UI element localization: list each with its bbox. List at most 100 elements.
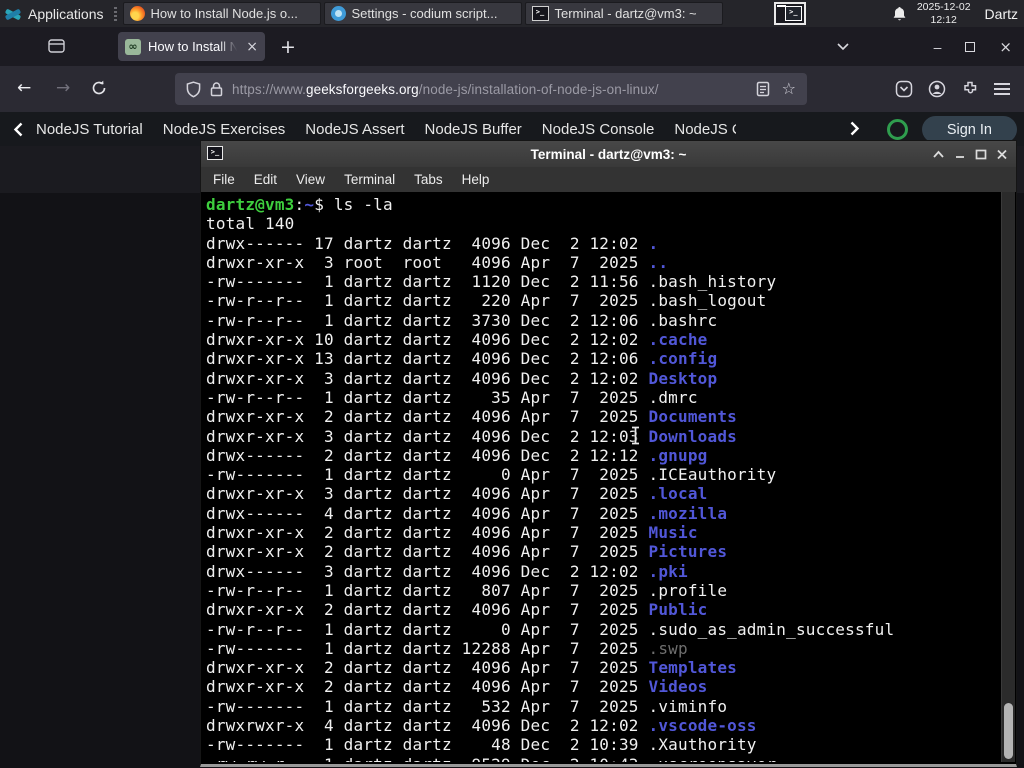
site-nav-links: NodeJS Tutorial NodeJS Exercises NodeJS As…: [36, 121, 736, 138]
url-path: /node-js/installation-of-node-js-on-linu…: [418, 81, 659, 97]
applications-menu-icon: [4, 6, 22, 22]
terminal-icon: >_: [531, 6, 549, 21]
panel-clock[interactable]: 2025-12-02 12:12: [917, 1, 971, 25]
site-nav-link-nodejs-assert[interactable]: NodeJS Assert: [305, 121, 404, 138]
new-tab-button[interactable]: +: [280, 36, 296, 58]
terminal-output-line: drwxrwxr-x 4 dartz dartz 4096 Dec 2 12:0…: [206, 716, 757, 736]
site-nav-link-nodejs-tutorial[interactable]: NodeJS Tutorial: [36, 121, 143, 138]
terminal-prompt-line: dartz@vm3:~$ ls -la: [206, 195, 393, 214]
window-close-button[interactable]: ×: [999, 38, 1012, 56]
terminal-output-line: drwxr-xr-x 2 dartz dartz 4096 Apr 7 2025…: [206, 542, 728, 562]
terminal-menu-tabs[interactable]: Tabs: [414, 172, 443, 187]
terminal-maximize-button[interactable]: [975, 149, 987, 160]
panel-window-button-firefox[interactable]: How to Install Node.js o...: [122, 2, 321, 25]
mouse-cursor-ibeam: [630, 426, 641, 445]
terminal-output-line: -rw------- 1 dartz dartz 1120 Dec 2 11:5…: [206, 272, 777, 292]
clock-time: 12:12: [930, 13, 957, 26]
terminal-output-line: drwxr-xr-x 2 dartz dartz 4096 Apr 7 2025…: [206, 407, 737, 427]
site-nav-link-nodejs-console[interactable]: NodeJS Console: [542, 121, 655, 138]
panel-grip-handle: [113, 6, 117, 21]
terminal-titlebar[interactable]: >_ Terminal - dartz@vm3: ~: [201, 141, 1016, 167]
file-name: .sudo_as_admin_successful: [648, 619, 895, 639]
applications-menu-button[interactable]: Applications: [0, 0, 110, 27]
terminal-output-line: -rw-r--r-- 1 dartz dartz 807 Apr 7 2025 …: [206, 580, 728, 600]
file-name: .Xauthority: [648, 735, 757, 755]
toolbar-right-icons: [895, 66, 1010, 112]
extensions-puzzle-icon[interactable]: [961, 80, 979, 98]
firefox-view-icon[interactable]: [48, 38, 65, 54]
site-nav-link-nodejs-exercises[interactable]: NodeJS Exercises: [163, 121, 286, 138]
browser-tab-active[interactable]: ∞ How to Install Node.js on ×: [118, 32, 265, 61]
file-name: .config: [648, 349, 718, 369]
url-bar[interactable]: https://www.geeksforgeeks.org/node-js/in…: [175, 73, 807, 105]
nav-scroll-right-icon[interactable]: [849, 121, 860, 136]
panel-window-button-terminal[interactable]: >_ Terminal - dartz@vm3: ~: [524, 2, 723, 25]
notification-bell-icon[interactable]: [892, 6, 907, 22]
file-name: Videos: [648, 677, 708, 697]
terminal-menubar: File Edit View Terminal Tabs Help: [201, 167, 1016, 192]
https-lock-icon[interactable]: [210, 81, 223, 97]
menu-hamburger-icon[interactable]: [994, 83, 1010, 95]
tracking-shield-icon[interactable]: [186, 80, 201, 98]
terminal-output-line: drwx------ 17 dartz dartz 4096 Dec 2 12:…: [206, 233, 659, 253]
back-button[interactable]: ←: [17, 78, 31, 98]
terminal-output-line: drwxr-xr-x 3 dartz dartz 4096 Apr 7 2025…: [206, 484, 708, 504]
terminal-scrollbar-thumb[interactable]: [1004, 703, 1013, 759]
url-prefix: https://www.: [232, 81, 306, 97]
tab-close-icon[interactable]: ×: [246, 39, 258, 55]
firefox-icon: [129, 6, 145, 21]
account-icon[interactable]: [928, 80, 946, 98]
file-name: Documents: [648, 407, 737, 427]
bookmark-star-icon[interactable]: ☆: [782, 81, 796, 97]
terminal-menu-help[interactable]: Help: [462, 172, 490, 187]
terminal-output-line: -rw------- 1 dartz dartz 532 Apr 7 2025 …: [206, 696, 728, 716]
file-name: .bashrc: [648, 310, 718, 330]
site-nav-link-nodejs-crypto[interactable]: NodeJS Crypto: [674, 121, 736, 138]
terminal-output: dartz@vm3:~$ ls -la total 140 drwx------ 1…: [202, 192, 1015, 762]
terminal-output-line: -rw-r--r-- 1 dartz dartz 0 Apr 7 2025 .s…: [206, 619, 895, 639]
window-button-label: Settings - codium script...: [351, 6, 498, 21]
site-nav-link-nodejs-buffer[interactable]: NodeJS Buffer: [425, 121, 522, 138]
tray-terminal-prompt-glyph: >_: [784, 6, 802, 21]
terminal-menu-file[interactable]: File: [213, 172, 235, 187]
terminal-menu-view[interactable]: View: [296, 172, 325, 187]
file-name: .mozilla: [648, 503, 728, 523]
list-all-tabs-chevron-icon[interactable]: [836, 42, 850, 51]
file-name: .cache: [648, 330, 708, 350]
terminal-close-button[interactable]: [996, 149, 1008, 160]
reader-mode-icon[interactable]: [756, 81, 770, 97]
url-text: https://www.geeksforgeeks.org/node-js/in…: [232, 82, 659, 97]
terminal-menu-edit[interactable]: Edit: [254, 172, 277, 187]
search-icon[interactable]: [887, 119, 908, 140]
pocket-save-icon[interactable]: [895, 80, 913, 98]
terminal-output-line: drwxr-xr-x 13 dartz dartz 4096 Dec 2 12:…: [206, 349, 718, 369]
file-name: .: [648, 233, 659, 253]
terminal-output-line: -rw------- 1 dartz dartz 0 Apr 7 2025 .I…: [206, 465, 777, 485]
terminal-output-line: drwxr-xr-x 10 dartz dartz 4096 Dec 2 12:…: [206, 330, 708, 350]
window-minimize-button[interactable]: –: [934, 39, 942, 55]
sign-in-button[interactable]: Sign In: [921, 116, 1017, 143]
file-name: .xscreensaver: [648, 755, 776, 762]
window-maximize-button[interactable]: [965, 41, 976, 52]
terminal-scrollbar[interactable]: [1001, 192, 1015, 762]
tray-terminal-icon[interactable]: >_: [773, 2, 806, 25]
file-name: .viminfo: [648, 696, 728, 716]
panel-window-button-codium[interactable]: Settings - codium script...: [323, 2, 522, 25]
url-domain: geeksforgeeks.org: [305, 81, 419, 97]
panel-right-area: >_ 2025-12-02 12:12 Dartz: [773, 1, 1024, 26]
file-name: .vscode-oss: [648, 716, 757, 736]
file-name: .ICEauthority: [648, 465, 777, 485]
terminal-output-line: drwxr-xr-x 2 dartz dartz 4096 Apr 7 2025…: [206, 658, 737, 678]
terminal-output-line: drwx------ 2 dartz dartz 4096 Dec 2 12:1…: [206, 445, 708, 465]
terminal-output-line: drwx------ 3 dartz dartz 4096 Dec 2 12:0…: [206, 561, 688, 581]
forward-button[interactable]: →: [56, 78, 70, 98]
firefox-toolbar: ← → https://www.geeksforgeeks.org/node-j…: [0, 66, 1024, 112]
terminal-minimize-button[interactable]: [954, 149, 966, 159]
terminal-output-line: drwxr-xr-x 2 dartz dartz 4096 Apr 7 2025…: [206, 523, 698, 543]
file-name: .swp: [648, 638, 688, 658]
terminal-app-icon: >_: [207, 146, 223, 160]
nav-scroll-left-icon[interactable]: [13, 122, 24, 137]
terminal-menu-terminal[interactable]: Terminal: [344, 172, 395, 187]
reload-button[interactable]: [90, 79, 108, 97]
terminal-shade-button[interactable]: [932, 150, 945, 159]
